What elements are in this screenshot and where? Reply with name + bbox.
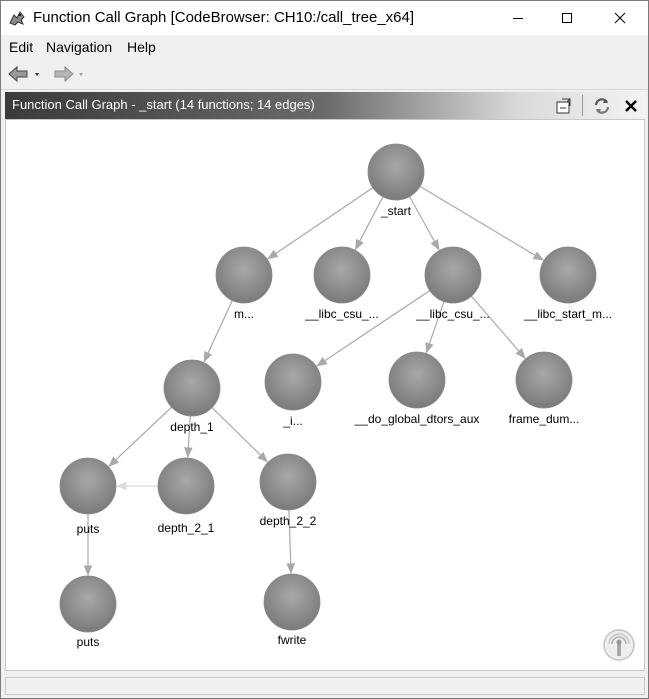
menu-navigation[interactable]: Navigation bbox=[46, 39, 112, 55]
edge-main-to-depth_1[interactable] bbox=[203, 298, 234, 363]
minimize-button[interactable] bbox=[495, 1, 541, 35]
maximize-icon bbox=[562, 13, 572, 23]
graph-canvas[interactable]: _start m... __libc_csu_... __libc_csu_... __… bbox=[5, 119, 645, 671]
forward-button[interactable] bbox=[51, 64, 89, 84]
toolbar-separator bbox=[582, 95, 583, 116]
node-label: __do_global_dtors_aux bbox=[354, 412, 480, 426]
graph-node-init[interactable]: _i... bbox=[264, 353, 322, 428]
edge-start-to-main[interactable] bbox=[267, 186, 375, 260]
node-circle[interactable] bbox=[259, 453, 317, 511]
graph-node-libc_start_main[interactable]: __libc_start_m... bbox=[523, 246, 612, 321]
back-button[interactable] bbox=[7, 64, 45, 84]
edge-start-to-libc_csu2[interactable] bbox=[408, 194, 440, 251]
window-title: Function Call Graph [CodeBrowser: CH10:/… bbox=[33, 9, 415, 26]
node-label: fwrite bbox=[278, 633, 307, 647]
graph-node-depth_1[interactable]: depth_1 bbox=[163, 359, 221, 434]
close-icon bbox=[625, 100, 637, 112]
graph-panel-header: Function Call Graph - _start (14 functio… bbox=[5, 92, 645, 119]
graph-node-puts1[interactable]: puts bbox=[59, 457, 117, 536]
close-icon bbox=[614, 12, 626, 24]
menu-help[interactable]: Help bbox=[127, 39, 156, 55]
menu-bar: Edit Navigation Help bbox=[1, 35, 648, 59]
node-label: _start bbox=[380, 204, 412, 218]
call-graph: _start m... __libc_csu_... __libc_csu_... __… bbox=[59, 143, 612, 649]
node-circle[interactable] bbox=[163, 359, 221, 417]
ghidra-dragon-icon bbox=[9, 11, 25, 26]
refresh-icon bbox=[594, 98, 610, 114]
node-circle[interactable] bbox=[515, 351, 573, 409]
node-label: depth_1 bbox=[170, 420, 214, 434]
graph-node-libc_csu1[interactable]: __libc_csu_... bbox=[304, 246, 379, 321]
node-label: __libc_csu_... bbox=[304, 307, 378, 321]
node-label: depth_2_2 bbox=[260, 514, 317, 528]
nodes-layer: _start m... __libc_csu_... __libc_csu_... __… bbox=[59, 143, 612, 649]
back-arrow-icon bbox=[8, 65, 39, 83]
node-circle[interactable] bbox=[215, 246, 273, 304]
node-label: puts bbox=[77, 635, 100, 649]
graph-node-libc_csu2[interactable]: __libc_csu_... bbox=[415, 246, 490, 321]
node-label: depth_2_1 bbox=[158, 521, 215, 535]
graph-panel-title: Function Call Graph - _start (14 functio… bbox=[12, 97, 315, 112]
edge-start-to-libc_csu1[interactable] bbox=[354, 194, 385, 251]
node-label: puts bbox=[77, 522, 100, 536]
export-graph-button[interactable] bbox=[553, 95, 575, 117]
node-circle[interactable] bbox=[367, 143, 425, 201]
graph-node-depth_2_1[interactable]: depth_2_1 bbox=[157, 457, 215, 535]
refresh-graph-button[interactable] bbox=[591, 95, 613, 117]
graph-node-fwrite[interactable]: fwrite bbox=[263, 573, 321, 647]
satellite-view-icon[interactable] bbox=[602, 628, 636, 662]
export-icon bbox=[556, 98, 571, 114]
close-panel-button[interactable] bbox=[620, 95, 642, 117]
graph-node-main[interactable]: m... bbox=[215, 246, 273, 321]
graph-node-depth_2_2[interactable]: depth_2_2 bbox=[259, 453, 317, 528]
minimize-icon bbox=[513, 18, 523, 19]
graph-node-frame_dummy[interactable]: frame_dum... bbox=[509, 351, 580, 426]
node-circle[interactable] bbox=[263, 573, 321, 631]
edge-depth_1-to-depth_2_2[interactable] bbox=[210, 405, 269, 463]
toolbar bbox=[1, 59, 648, 90]
maximize-button[interactable] bbox=[544, 1, 590, 35]
node-label: m... bbox=[234, 307, 254, 321]
node-circle[interactable] bbox=[157, 457, 215, 515]
edge-depth_1-to-puts1[interactable] bbox=[108, 405, 174, 467]
close-window-button[interactable] bbox=[597, 1, 643, 35]
application-window: Function Call Graph [CodeBrowser: CH10:/… bbox=[0, 0, 649, 699]
node-circle[interactable] bbox=[59, 575, 117, 633]
node-circle[interactable] bbox=[59, 457, 117, 515]
edge-start-to-libc_start_main[interactable] bbox=[417, 184, 545, 261]
node-label: _i... bbox=[282, 414, 302, 428]
node-circle[interactable] bbox=[424, 246, 482, 304]
edge-libc_csu2-to-frame_dummy[interactable] bbox=[469, 294, 526, 359]
node-label: frame_dum... bbox=[509, 412, 580, 426]
forward-arrow-icon bbox=[54, 65, 83, 83]
graph-node-do_global_dtors_aux[interactable]: __do_global_dtors_aux bbox=[354, 351, 480, 426]
node-circle[interactable] bbox=[264, 353, 322, 411]
node-circle[interactable] bbox=[539, 246, 597, 304]
graph-node-puts2[interactable]: puts bbox=[59, 575, 117, 649]
status-bar bbox=[5, 677, 645, 695]
node-label: __libc_start_m... bbox=[523, 307, 612, 321]
title-bar[interactable]: Function Call Graph [CodeBrowser: CH10:/… bbox=[1, 1, 648, 35]
node-label: __libc_csu_... bbox=[415, 307, 489, 321]
menu-edit[interactable]: Edit bbox=[9, 39, 33, 55]
node-circle[interactable] bbox=[313, 246, 371, 304]
node-circle[interactable] bbox=[388, 351, 446, 409]
